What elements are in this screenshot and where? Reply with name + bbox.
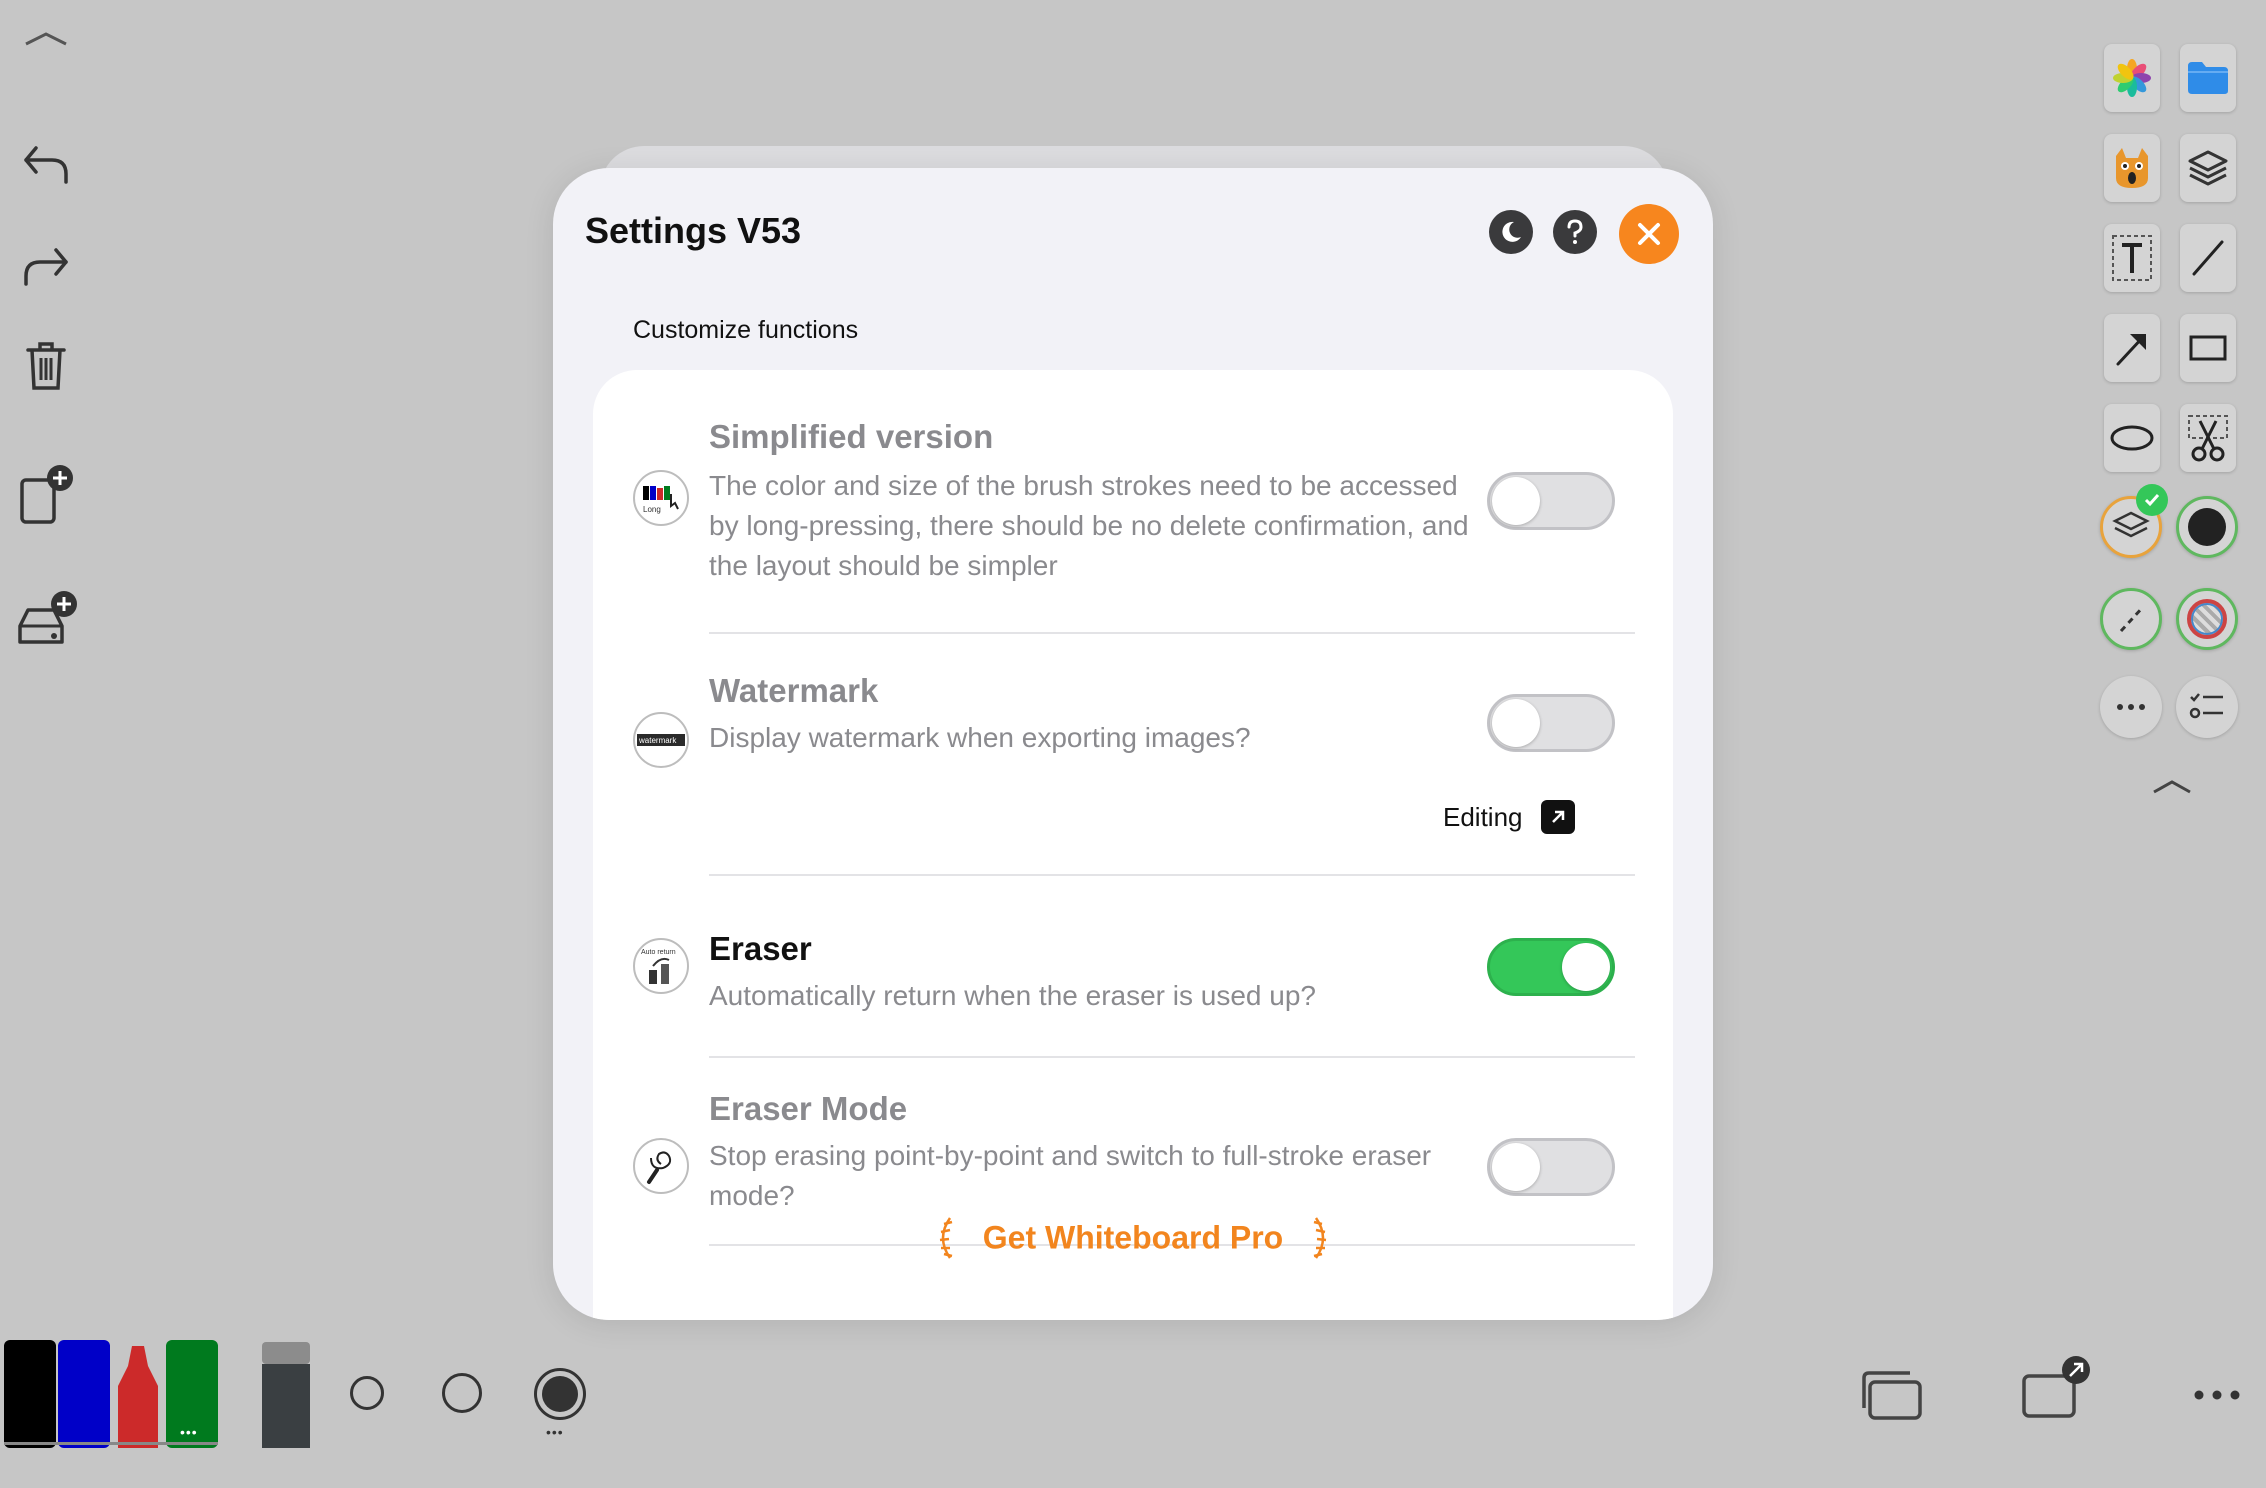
moon-icon — [1502, 221, 1521, 242]
eraser-mode-icon — [633, 1138, 689, 1194]
pen-size-large-icon[interactable] — [534, 1368, 586, 1420]
collapse-chevron-icon[interactable] — [22, 22, 70, 52]
toggle-eraser-mode[interactable] — [1487, 1138, 1615, 1196]
redo-icon[interactable] — [14, 234, 78, 298]
toggle-knob — [1492, 1143, 1540, 1191]
watermark-icon: watermark — [633, 712, 689, 768]
setting-desc-simplified: The color and size of the brush strokes … — [709, 470, 1469, 581]
setting-desc-watermark: Display watermark when exporting images? — [709, 722, 1251, 753]
help-button[interactable] — [1553, 210, 1597, 254]
marker-red[interactable] — [112, 1340, 164, 1448]
storage-add-icon[interactable] — [14, 590, 78, 654]
editing-label: Editing — [1443, 801, 1523, 832]
arrow-tool-icon[interactable] — [2104, 314, 2160, 382]
new-page-icon[interactable] — [14, 464, 78, 528]
question-icon — [1567, 219, 1583, 244]
export-page-icon[interactable] — [2020, 1354, 2090, 1424]
simplified-icon-caption: Long — [643, 505, 661, 514]
dashed-line-icon[interactable] — [2100, 588, 2162, 650]
close-icon — [1638, 223, 1660, 245]
cat-sticker-icon[interactable] — [2104, 134, 2160, 202]
undo-icon[interactable] — [14, 132, 78, 196]
toggle-knob — [1492, 699, 1540, 747]
folder-icon[interactable] — [2180, 44, 2236, 112]
line-tool-icon[interactable] — [2180, 224, 2236, 292]
setting-desc-eraser: Automatically return when the eraser is … — [709, 980, 1316, 1011]
laurel-left-icon — [932, 1214, 956, 1262]
marker-black[interactable] — [4, 1340, 56, 1448]
setting-title-watermark: Watermark — [709, 672, 879, 709]
checklist-icon[interactable] — [2176, 676, 2238, 738]
eraser-icon-caption: Auto return — [641, 949, 676, 956]
auto-return-eraser-icon: Auto return — [633, 938, 689, 994]
toggle-eraser[interactable] — [1487, 938, 1615, 996]
get-pro-label: Get Whiteboard Pro — [982, 1219, 1284, 1256]
get-pro-banner[interactable]: Get Whiteboard Pro — [553, 1214, 1713, 1262]
toggle-watermark[interactable] — [1487, 694, 1615, 752]
toggle-knob — [1492, 477, 1540, 525]
trash-icon[interactable] — [14, 334, 78, 398]
divider — [709, 1056, 1635, 1058]
divider — [709, 874, 1635, 876]
setting-title-eraser-mode: Eraser Mode — [709, 1090, 908, 1127]
dark-mode-button[interactable] — [1489, 210, 1533, 254]
layers-icon[interactable] — [2180, 134, 2236, 202]
settings-title: Settings V53 — [585, 210, 802, 251]
more-options-icon[interactable] — [2192, 1388, 2242, 1402]
close-button[interactable] — [1619, 204, 1679, 264]
brush-size-icon[interactable] — [2176, 496, 2238, 558]
marker-baseline — [4, 1442, 218, 1445]
section-label: Customize functions — [633, 316, 859, 344]
toggle-simplified[interactable] — [1487, 472, 1615, 530]
ellipse-tool-icon[interactable] — [2104, 404, 2160, 472]
toggle-knob — [1562, 943, 1610, 991]
collapse-tools-chevron-icon[interactable] — [2148, 772, 2196, 798]
setting-desc-eraser-mode: Stop erasing point-by-point and switch t… — [709, 1140, 1432, 1211]
rectangle-tool-icon[interactable] — [2180, 314, 2236, 382]
pen-size-medium-icon[interactable] — [442, 1373, 482, 1413]
external-link-icon — [1540, 800, 1575, 834]
photos-icon[interactable] — [2104, 44, 2160, 112]
eraser-tool-icon[interactable] — [260, 1340, 312, 1448]
setting-title-eraser: Eraser — [709, 930, 812, 967]
settings-card: Long Simplified version The color and si… — [593, 370, 1673, 1320]
checkmark-badge-icon — [2136, 484, 2168, 516]
color-picker-icon[interactable] — [2176, 588, 2238, 650]
setting-title-simplified: Simplified version — [709, 418, 994, 455]
divider — [709, 632, 1635, 634]
text-tool-icon[interactable] — [2104, 224, 2160, 292]
watermark-icon-caption: watermark — [638, 736, 677, 745]
marker-more-dots: ••• — [180, 1424, 198, 1440]
settings-dialog: Settings V53 Customize functions Long Si… — [553, 168, 1713, 1320]
laurel-right-icon — [1310, 1214, 1334, 1262]
watermark-editing-link[interactable]: Editing — [1443, 800, 1575, 834]
lasso-cut-icon[interactable] — [2180, 404, 2236, 472]
marker-blue[interactable] — [58, 1340, 110, 1448]
more-tools-icon[interactable] — [2100, 676, 2162, 738]
simplified-version-icon: Long — [633, 470, 689, 526]
pages-overview-icon[interactable] — [1860, 1368, 1924, 1422]
pen-size-small-icon[interactable] — [350, 1376, 384, 1410]
pen-size-more-dots[interactable]: ••• — [546, 1424, 564, 1440]
